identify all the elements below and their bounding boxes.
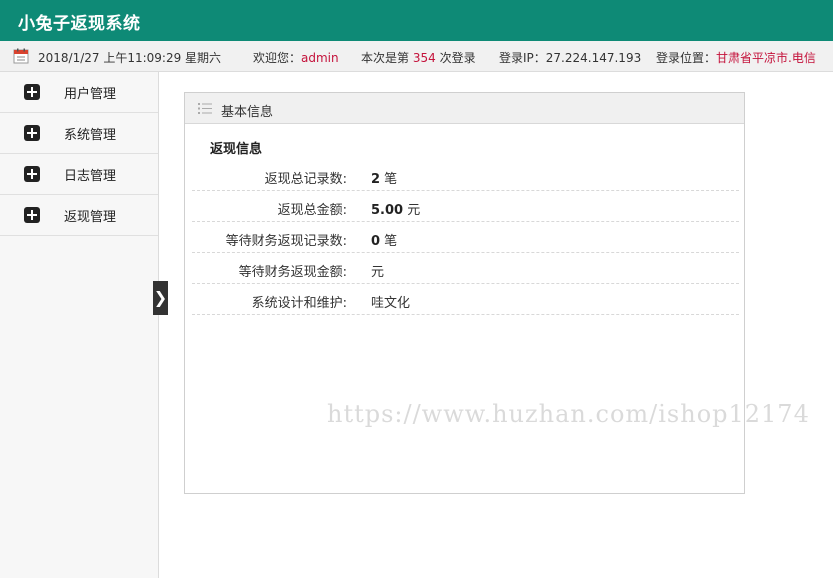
plus-square-icon bbox=[24, 125, 40, 141]
row-value: 5.00 元 bbox=[371, 203, 421, 218]
section-title: 返现信息 bbox=[210, 142, 263, 157]
info-row-pending-amount: 等待财务返现金额: 元 bbox=[192, 253, 739, 284]
login-count-text: 本次是第 354 次登录 bbox=[361, 51, 476, 65]
sidebar-item-label: 返现管理 bbox=[64, 210, 117, 225]
panel-title: 基本信息 bbox=[221, 105, 274, 120]
info-row-total-records: 返现总记录数: 2 笔 bbox=[192, 160, 739, 191]
sidebar-item-log-management[interactable]: 日志管理 bbox=[0, 154, 158, 195]
welcome-text: 欢迎您：admin bbox=[253, 51, 339, 65]
login-location-text: 登录位置：甘肃省平凉市.电信 bbox=[656, 51, 816, 65]
basic-info-panel: 基本信息 返现信息 返现总记录数: 2 笔 返现总金额: 5.00 元 等待财务… bbox=[184, 92, 745, 494]
sidebar-item-label: 系统管理 bbox=[64, 128, 117, 143]
sidebar-item-label: 用户管理 bbox=[64, 87, 117, 102]
info-row-designer: 系统设计和维护: 哇文化 bbox=[192, 284, 739, 315]
app-title: 小兔子返现系统 bbox=[18, 14, 141, 34]
list-icon bbox=[198, 103, 212, 114]
row-label: 等待财务返现记录数: bbox=[225, 234, 347, 249]
plus-square-icon bbox=[24, 84, 40, 100]
row-value: 哇文化 bbox=[371, 296, 411, 311]
row-label: 系统设计和维护: bbox=[251, 296, 347, 311]
sidebar-item-label: 日志管理 bbox=[64, 169, 117, 184]
sidebar-collapse-toggle[interactable]: ❯ bbox=[153, 281, 168, 315]
login-ip-text: 登录IP：27.224.147.193 bbox=[499, 51, 642, 65]
datetime-text: 2018/1/27 上午11:09:29 星期六 bbox=[38, 51, 222, 65]
info-row-pending-records: 等待财务返现记录数: 0 笔 bbox=[192, 222, 739, 253]
row-value: 0 笔 bbox=[371, 234, 398, 249]
sidebar-item-system-management[interactable]: 系统管理 bbox=[0, 113, 158, 154]
login-count: 354 bbox=[412, 51, 436, 65]
plus-square-icon bbox=[24, 207, 40, 223]
row-label: 返现总金额: bbox=[277, 203, 347, 218]
sidebar-item-cashback-management[interactable]: 返现管理 bbox=[0, 195, 158, 236]
calendar-icon bbox=[13, 48, 29, 64]
info-bar: 2018/1/27 上午11:09:29 星期六 欢迎您：admin 本次是第 … bbox=[0, 41, 833, 72]
plus-square-icon bbox=[24, 166, 40, 182]
sidebar-item-user-management[interactable]: 用户管理 bbox=[0, 72, 158, 113]
login-location: 甘肃省平凉市.电信 bbox=[716, 51, 816, 65]
username: admin bbox=[301, 51, 339, 65]
row-value: 元 bbox=[371, 265, 385, 280]
row-value: 2 笔 bbox=[371, 172, 398, 187]
watermark: https://www.huzhan.com/ishop12174 bbox=[327, 400, 810, 428]
panel-header: 基本信息 bbox=[185, 93, 744, 124]
login-ip: 27.224.147.193 bbox=[545, 51, 642, 65]
row-label: 返现总记录数: bbox=[264, 172, 347, 187]
sidebar: 用户管理 系统管理 日志管理 返现管理 bbox=[0, 72, 159, 578]
info-row-total-amount: 返现总金额: 5.00 元 bbox=[192, 191, 739, 222]
row-label: 等待财务返现金额: bbox=[238, 265, 347, 280]
app-header: 小兔子返现系统 bbox=[0, 0, 833, 41]
